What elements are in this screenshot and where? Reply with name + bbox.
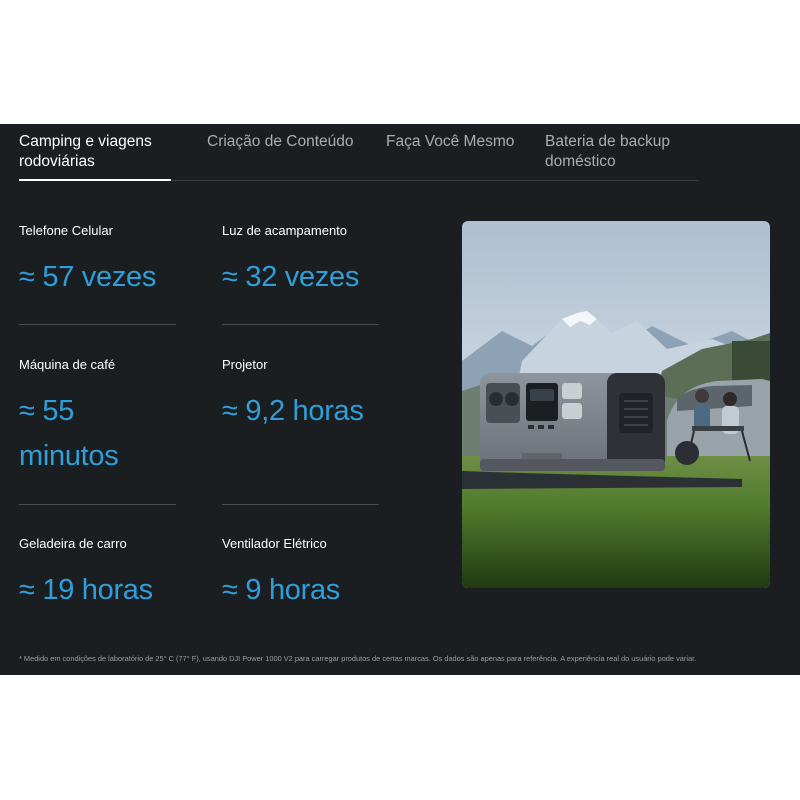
tab-content-creation[interactable]: Criação de Conteúdo: [207, 132, 354, 152]
stat-electric-fan: Ventilador Elétrico ≈ 9 horas: [222, 536, 379, 613]
stat-coffee-machine: Máquina de café ≈ 55 minutos: [19, 357, 176, 479]
active-tab-indicator: [19, 179, 171, 181]
stat-label: Máquina de café: [19, 357, 116, 372]
stat-value: ≈ 9,2 horas: [222, 395, 364, 427]
tab-camping[interactable]: Camping e viagens rodoviárias: [19, 132, 152, 172]
stat-camping-light: Luz de acampamento ≈ 32 vezes: [222, 223, 379, 300]
product-photo: [462, 221, 770, 588]
stat-car-fridge: Geladeira de carro ≈ 19 horas: [19, 536, 176, 613]
tab-label-line2: doméstico: [545, 153, 616, 170]
tab-diy[interactable]: Faça Você Mesmo: [386, 132, 514, 152]
stat-value: ≈ 32 vezes: [222, 261, 360, 293]
tab-label-line2: rodoviárias: [19, 153, 95, 170]
stat-label: Telefone Celular: [19, 223, 113, 238]
stat-label: Luz de acampamento: [222, 223, 348, 238]
scenario-tabs: Camping e viagens rodoviárias Criação de…: [19, 132, 699, 181]
stat-projector: Projetor ≈ 9,2 horas: [222, 357, 379, 434]
divider: [19, 504, 176, 505]
divider: [222, 504, 379, 505]
tab-label-line1: Criação de Conteúdo: [207, 133, 354, 150]
divider: [19, 324, 176, 325]
stat-value-line1: ≈ 55: [19, 395, 75, 427]
disclaimer-footnote: * Medido em condições de laboratório de …: [19, 654, 697, 663]
usage-scenarios-panel: Camping e viagens rodoviárias Criação de…: [0, 124, 800, 675]
stat-value: ≈ 19 horas: [19, 574, 153, 606]
stat-label: Geladeira de carro: [19, 536, 127, 551]
tab-label-line1: Camping e viagens: [19, 133, 152, 150]
tab-home-backup[interactable]: Bateria de backup doméstico: [545, 132, 670, 172]
tab-label-line1: Faça Você Mesmo: [386, 133, 515, 150]
stat-value-line2: minutos: [19, 440, 119, 472]
stat-label: Projetor: [222, 357, 268, 372]
divider: [222, 324, 379, 325]
stat-value: ≈ 55 minutos: [19, 389, 176, 479]
stat-value: ≈ 9 horas: [222, 574, 341, 606]
stat-value: ≈ 57 vezes: [19, 261, 157, 293]
power-station-camping-illustration: [462, 221, 770, 588]
stat-label: Ventilador Elétrico: [222, 536, 327, 551]
stat-mobile-phone: Telefone Celular ≈ 57 vezes: [19, 223, 176, 300]
tab-label-line1: Bateria de backup: [545, 133, 670, 150]
